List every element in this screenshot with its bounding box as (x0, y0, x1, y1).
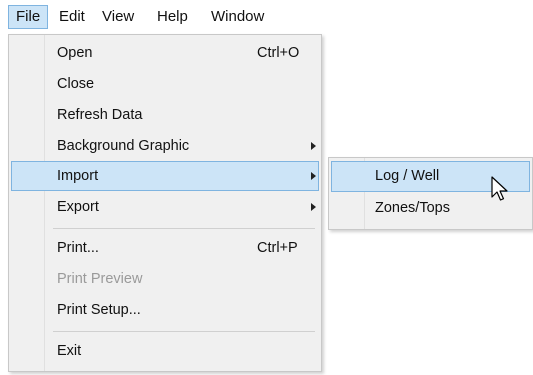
submenu-arrow-icon (311, 203, 316, 211)
menu-view[interactable]: View (95, 5, 141, 29)
menu-item-label: Print... (57, 240, 99, 256)
submenu-arrow-icon (311, 142, 316, 150)
submenu-arrow-icon (311, 172, 316, 180)
file-menu-dropdown: Open Ctrl+O Close Refresh Data Backgroun… (8, 34, 322, 372)
menu-item-label: Refresh Data (57, 107, 143, 123)
menu-item-print-setup[interactable]: Print Setup... (11, 295, 319, 325)
menu-item-label: Import (57, 168, 99, 184)
menu-item-label: Exit (57, 343, 82, 359)
menu-window[interactable]: Window (204, 5, 271, 29)
submenu-item-label: Zones/Tops (375, 200, 450, 216)
menu-item-shortcut: Ctrl+O (257, 45, 300, 61)
menu-item-refresh-data[interactable]: Refresh Data (11, 100, 319, 130)
menu-item-label: Open (57, 45, 93, 61)
menu-item-close[interactable]: Close (11, 69, 319, 99)
menu-item-label: Print Preview (57, 271, 143, 287)
menu-file[interactable]: File (8, 5, 49, 29)
menu-item-label: Close (57, 76, 95, 92)
menu-item-print[interactable]: Print... Ctrl+P (11, 233, 319, 263)
menu-help[interactable]: Help (150, 5, 195, 29)
menu-item-label: Background Graphic (57, 138, 190, 154)
menu-item-exit[interactable]: Exit (11, 336, 319, 366)
menu-bar: File Edit View Help Window (0, 0, 533, 33)
menu-item-shortcut: Ctrl+P (257, 240, 298, 256)
menu-item-export[interactable]: Export (11, 192, 319, 222)
submenu-item-label: Log / Well (375, 168, 440, 184)
menu-item-background-graphic[interactable]: Background Graphic (11, 131, 319, 161)
menu-item-import[interactable]: Import (11, 161, 319, 191)
menu-item-label: Print Setup... (57, 302, 141, 318)
menu-item-print-preview: Print Preview (11, 264, 319, 294)
menu-edit[interactable]: Edit (52, 5, 92, 29)
menu-separator (53, 331, 315, 332)
mouse-cursor-icon (491, 176, 508, 201)
menu-item-open[interactable]: Open Ctrl+O (11, 38, 319, 68)
menu-separator (53, 228, 315, 229)
menu-item-label: Export (57, 199, 99, 215)
